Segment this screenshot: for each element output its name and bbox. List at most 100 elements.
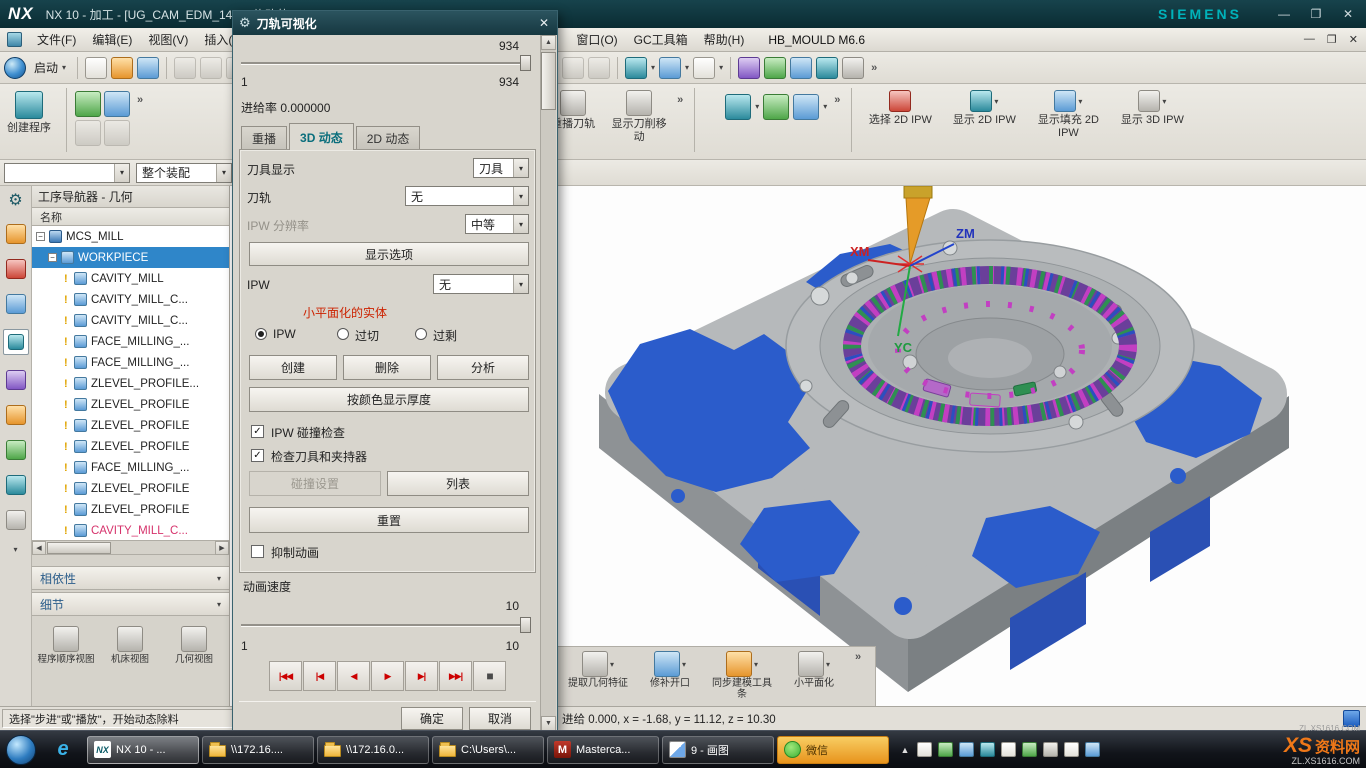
ipw-collision-checkbox[interactable]: ✓: [251, 425, 264, 438]
maximize-button[interactable]: ❐: [1308, 7, 1324, 21]
tray-antivirus-icon[interactable]: [938, 742, 953, 757]
tree-row-workpiece[interactable]: − WORKPIECE: [32, 247, 229, 268]
tree-row-operation[interactable]: !ZLEVEL_PROFILE: [32, 478, 229, 499]
start-dropdown[interactable]: 启动 ▾: [30, 54, 70, 82]
chevron-down-icon[interactable]: ▾: [719, 63, 723, 72]
show-hide-icon[interactable]: [588, 57, 610, 79]
operation-navigator-tab[interactable]: [3, 329, 29, 355]
selection-scope-combo[interactable]: 整个装配 ▾: [136, 163, 232, 183]
taskbar-item-network-folder-1[interactable]: \\172.16....: [202, 736, 314, 764]
child-restore-button[interactable]: ❐: [1327, 33, 1337, 46]
step-forward-button[interactable]: ▶|: [405, 661, 438, 691]
machine-tool-navigator-tab-icon[interactable]: [6, 370, 26, 390]
create-method-icon[interactable]: [75, 120, 101, 146]
menu-edit[interactable]: 编辑(E): [84, 28, 140, 51]
snap-point-icon[interactable]: [764, 57, 786, 79]
tree-row-operation[interactable]: !ZLEVEL_PROFILE: [32, 415, 229, 436]
tray-display-icon[interactable]: [1043, 742, 1058, 757]
grid-icon[interactable]: [816, 57, 838, 79]
layer-settings-icon[interactable]: [790, 57, 812, 79]
tree-row-operation[interactable]: !ZLEVEL_PROFILE...: [32, 373, 229, 394]
tree-row-operation[interactable]: !FACE_MILLING_...: [32, 352, 229, 373]
tree-row-mcs-mill[interactable]: − MCS_MILL: [32, 226, 229, 247]
ipw-combo[interactable]: 无 ▾: [433, 274, 529, 294]
window-display-icon[interactable]: [693, 57, 715, 79]
tool-holder-checkbox[interactable]: ✓: [251, 449, 264, 462]
roles-gear-icon[interactable]: ⚙: [8, 193, 22, 209]
synchronous-modeling-button[interactable]: ▾ 同步建模工具条: [708, 651, 776, 700]
tool-display-combo[interactable]: 刀具 ▾: [473, 158, 529, 178]
ok-button[interactable]: 确定: [401, 707, 463, 730]
scrollbar-thumb[interactable]: [541, 52, 556, 110]
radio-ipw[interactable]: [255, 328, 267, 340]
machine-tool-view-button[interactable]: 机床视图: [100, 626, 160, 706]
tray-volume-icon[interactable]: [1064, 742, 1079, 757]
tray-network-icon[interactable]: [1085, 742, 1100, 757]
taskbar-item-mastercam[interactable]: M Masterca...: [547, 736, 659, 764]
move-object-icon[interactable]: [738, 57, 760, 79]
tree-row-operation[interactable]: !FACE_MILLING_...: [32, 457, 229, 478]
dialog-close-button[interactable]: ✕: [539, 16, 549, 30]
list-button[interactable]: 列表: [387, 471, 529, 496]
scroll-left-icon[interactable]: ◀: [32, 541, 46, 555]
new-file-icon[interactable]: [85, 57, 107, 79]
show-hidden-icons-button[interactable]: ▲: [899, 745, 911, 755]
measure-icon[interactable]: [562, 57, 584, 79]
open-file-icon[interactable]: [111, 57, 133, 79]
history-tab-icon[interactable]: [6, 510, 26, 530]
group-overflow-icon[interactable]: »: [831, 94, 843, 106]
tool-holder-label[interactable]: 检查刀具和夹持器: [271, 448, 367, 465]
create-geometry-icon[interactable]: [104, 91, 130, 117]
tray-update-icon[interactable]: [959, 742, 974, 757]
minimize-button[interactable]: —: [1276, 7, 1292, 21]
constraint-navigator-tab-icon[interactable]: [6, 259, 26, 279]
create-tool-icon[interactable]: [75, 91, 101, 117]
reuse-library-tab-icon[interactable]: [6, 405, 26, 425]
child-close-button[interactable]: ✕: [1349, 33, 1358, 46]
facet-body-button[interactable]: ▾ 小平面化: [780, 651, 848, 689]
chevron-down-icon[interactable]: ▾: [513, 187, 528, 205]
suppress-animation-checkbox[interactable]: [251, 545, 264, 558]
taskbar-item-users-folder[interactable]: C:\Users\...: [432, 736, 544, 764]
stop-button[interactable]: ■: [473, 661, 506, 691]
scrollbar-thumb[interactable]: [47, 542, 111, 554]
show-options-button[interactable]: 显示选项: [249, 242, 529, 266]
reset-button[interactable]: 重置: [249, 507, 529, 533]
toolbar-overflow-icon[interactable]: »: [852, 651, 864, 663]
tray-ime-icon[interactable]: [917, 742, 932, 757]
group-overflow-icon[interactable]: »: [674, 94, 686, 106]
tray-cloud-icon[interactable]: [1001, 742, 1016, 757]
play-forward-button[interactable]: ▶: [371, 661, 404, 691]
tree-row-operation[interactable]: !ZLEVEL_PROFILE: [32, 436, 229, 457]
collapse-toggle-icon[interactable]: −: [36, 232, 45, 241]
chevron-down-icon[interactable]: ▾: [823, 102, 827, 111]
copy-icon[interactable]: [200, 57, 222, 79]
taskbar-item-network-folder-2[interactable]: \\172.16.0...: [317, 736, 429, 764]
taskbar-item-nx[interactable]: NX NX 10 - ...: [87, 736, 199, 764]
internet-explorer-button[interactable]: e: [42, 736, 84, 764]
radio-ipw-label[interactable]: IPW: [273, 327, 296, 341]
analyze-button[interactable]: 分析: [437, 355, 529, 380]
ipw-collision-label[interactable]: IPW 碰撞检查: [271, 424, 345, 441]
chevron-down-icon[interactable]: ▾: [685, 63, 689, 72]
dialog-scrollbar[interactable]: ▲ ▼: [540, 35, 556, 731]
menu-window[interactable]: 窗口(O): [568, 28, 625, 51]
step-back-button[interactable]: |◀: [303, 661, 336, 691]
show-filled-2d-ipw-button[interactable]: ▾ 显示填充 2D IPW: [1028, 88, 1108, 139]
patch-opening-button[interactable]: ▾ 修补开口: [636, 651, 704, 689]
radio-gouge-label[interactable]: 过切: [355, 327, 379, 344]
dependencies-section-header[interactable]: 相依性 ▾: [32, 566, 229, 590]
close-button[interactable]: ✕: [1340, 7, 1356, 21]
select-2d-ipw-button[interactable]: 选择 2D IPW: [860, 88, 940, 127]
tree-row-operation[interactable]: !ZLEVEL_PROFILE: [32, 394, 229, 415]
go-to-start-button[interactable]: |◀◀: [269, 661, 302, 691]
slider-handle[interactable]: [520, 55, 531, 71]
suppress-animation-label[interactable]: 抑制动画: [271, 544, 319, 561]
details-section-header[interactable]: 细节 ▾: [32, 592, 229, 616]
delete-button[interactable]: 删除: [343, 355, 431, 380]
tree-row-operation[interactable]: !FACE_MILLING_...: [32, 331, 229, 352]
group-overflow-icon[interactable]: »: [134, 94, 146, 106]
3d-model-view[interactable]: ZM XM YC: [558, 186, 1366, 706]
toolpath-combo[interactable]: 无 ▾: [405, 186, 529, 206]
verify-toolpath-icon[interactable]: [763, 94, 789, 120]
